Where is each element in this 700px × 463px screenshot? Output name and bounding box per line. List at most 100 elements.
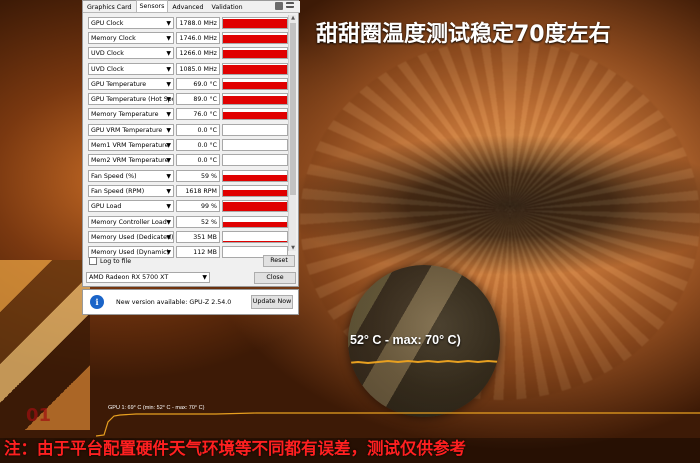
sensor-value: 89.0 °C xyxy=(176,93,220,106)
chevron-down-icon: ▼ xyxy=(166,203,171,211)
sensor-label: GPU VRM Temperature xyxy=(91,126,163,134)
sensor-label: Memory Temperature xyxy=(91,111,159,119)
chevron-down-icon: ▼ xyxy=(166,34,171,42)
chevron-down-icon: ▼ xyxy=(166,80,171,88)
sensor-row: GPU Load ▼ 99 % xyxy=(88,199,288,214)
sensor-row: UVD Clock ▼ 1266.0 MHz xyxy=(88,46,288,61)
sensor-label: Memory Used (Dedicated) xyxy=(91,233,174,241)
sensor-graph-fill xyxy=(223,65,287,74)
chevron-down-icon: ▼ xyxy=(166,187,171,195)
scroll-down-icon[interactable]: ▼ xyxy=(290,245,296,251)
tab-graphics-card[interactable]: Graphics Card xyxy=(83,2,136,12)
footer-disclaimer: 注：由于平台配置硬件天气环境等不同都有误差，测试仅供参考 xyxy=(4,439,466,458)
sensor-label: Mem2 VRM Temperature xyxy=(91,157,169,165)
tab-sensors[interactable]: Sensors xyxy=(135,0,169,12)
sensor-row: Memory Controller Load ▼ 52 % xyxy=(88,214,288,229)
sensor-row: GPU Temperature (Hot Spot) ▼ 89.0 °C xyxy=(88,91,288,106)
chevron-down-icon: ▼ xyxy=(166,65,171,73)
magnifier-temperature-line xyxy=(348,359,500,365)
sensor-value: 69.0 °C xyxy=(176,77,220,90)
sensor-value: 59 % xyxy=(176,169,220,182)
sensor-select[interactable]: Mem1 VRM Temperature ▼ xyxy=(88,139,174,152)
sensor-row: Mem2 VRM Temperature ▼ 0.0 °C xyxy=(88,153,288,168)
reset-button[interactable]: Reset xyxy=(263,255,295,267)
sensor-row: Memory Temperature ▼ 76.0 °C xyxy=(88,107,288,122)
sensor-value: 52 % xyxy=(176,215,220,228)
sensor-graph xyxy=(222,77,288,90)
osd-temperature-label: GPU 1: 69° C (min: 52° C - max: 70° C) xyxy=(108,405,205,411)
update-now-button[interactable]: Update Now xyxy=(251,295,293,309)
sensor-value: 351 MB xyxy=(176,230,220,243)
sensor-select[interactable]: Memory Used (Dedicated) ▼ xyxy=(88,230,174,243)
sensor-select[interactable]: Fan Speed (RPM) ▼ xyxy=(88,184,174,197)
toolbar-icons xyxy=(275,2,294,10)
sensor-value: 99 % xyxy=(176,200,220,213)
sensor-label: Memory Clock xyxy=(91,34,136,42)
card-select[interactable]: AMD Radeon RX 5700 XT ▼ xyxy=(86,272,210,283)
log-to-file-checkbox[interactable] xyxy=(89,257,97,265)
sensor-graph xyxy=(222,47,288,60)
sensor-list: GPU Clock ▼ 1788.0 MHz Memory Clock ▼ 1746.0 … xyxy=(88,15,288,260)
magnifier-line-path xyxy=(348,359,500,365)
sensor-graph-fill xyxy=(223,240,287,242)
sensor-graph xyxy=(222,200,288,213)
sensor-row: GPU Clock ▼ 1788.0 MHz xyxy=(88,15,288,30)
sensor-value: 0.0 °C xyxy=(176,139,220,152)
chevron-down-icon: ▼ xyxy=(166,111,171,119)
sensor-value: 1788.0 MHz xyxy=(176,16,220,29)
sensor-graph xyxy=(222,93,288,106)
chevron-down-icon: ▼ xyxy=(166,157,171,165)
chevron-down-icon: ▼ xyxy=(166,19,171,27)
sensor-graph-fill xyxy=(223,190,287,196)
sensor-graph-fill xyxy=(223,34,287,43)
sensor-label: GPU Clock xyxy=(91,19,124,27)
sensor-graph-fill xyxy=(223,50,287,59)
sensor-label: GPU Temperature xyxy=(91,80,147,88)
sensor-select[interactable]: Memory Controller Load ▼ xyxy=(88,215,174,228)
scrollbar-thumb[interactable] xyxy=(290,23,296,195)
sensor-select[interactable]: UVD Clock ▼ xyxy=(88,47,174,60)
background-digits: 01 xyxy=(26,405,52,426)
sensor-row: GPU Temperature ▼ 69.0 °C xyxy=(88,76,288,91)
tab-validation[interactable]: Validation xyxy=(208,2,247,12)
sensor-label: Mem1 VRM Temperature xyxy=(91,142,169,150)
sensor-select[interactable]: Fan Speed (%) ▼ xyxy=(88,169,174,182)
camera-icon[interactable] xyxy=(275,2,283,10)
sensor-graph-fill xyxy=(223,19,287,28)
sensor-select[interactable]: GPU Temperature ▼ xyxy=(88,77,174,90)
menu-icon[interactable] xyxy=(286,2,294,8)
sensor-graph-fill xyxy=(223,96,287,105)
sensor-graph-fill xyxy=(223,81,287,89)
sensor-select[interactable]: GPU Clock ▼ xyxy=(88,16,174,29)
sensor-label: GPU Temperature (Hot Spot) xyxy=(91,96,174,104)
sensor-value: 1085.0 MHz xyxy=(176,62,220,75)
sensor-select[interactable]: Memory Temperature ▼ xyxy=(88,108,174,121)
sensor-graph xyxy=(222,108,288,121)
sensor-select[interactable]: GPU Temperature (Hot Spot) ▼ xyxy=(88,93,174,106)
tab-advanced[interactable]: Advanced xyxy=(168,2,207,12)
sensor-graph xyxy=(222,184,288,197)
sensor-row: GPU VRM Temperature ▼ 0.0 °C xyxy=(88,122,288,137)
sensor-value: 1266.0 MHz xyxy=(176,47,220,60)
sensor-label: UVD Clock xyxy=(91,65,124,73)
sensor-row: Memory Clock ▼ 1746.0 MHz xyxy=(88,30,288,45)
tab-bar: Graphics Card Sensors Advanced Validatio… xyxy=(83,0,300,13)
card-select-row: AMD Radeon RX 5700 XT ▼ Close xyxy=(86,271,296,284)
sensor-select[interactable]: UVD Clock ▼ xyxy=(88,62,174,75)
sensor-graph xyxy=(222,230,288,243)
sensor-select[interactable]: Memory Clock ▼ xyxy=(88,31,174,44)
sensor-select[interactable]: Mem2 VRM Temperature ▼ xyxy=(88,154,174,167)
scrollbar[interactable]: ▲ ▼ xyxy=(288,15,296,251)
log-to-file-label: Log to file xyxy=(100,257,132,265)
sensor-graph xyxy=(222,62,288,75)
sensor-select[interactable]: GPU VRM Temperature ▼ xyxy=(88,123,174,136)
close-button[interactable]: Close xyxy=(254,271,296,284)
update-notification: i New version available: GPU-Z 2.54.0 Up… xyxy=(82,289,299,315)
sensor-value: 76.0 °C xyxy=(176,108,220,121)
sensor-select[interactable]: GPU Load ▼ xyxy=(88,200,174,213)
scroll-up-icon[interactable]: ▲ xyxy=(290,15,296,21)
chevron-down-icon: ▼ xyxy=(166,50,171,58)
sensor-graph-fill xyxy=(223,175,287,181)
sensor-graph-fill xyxy=(223,111,287,120)
magnifier-circle: 52° C - max: 70° C) xyxy=(348,265,500,417)
